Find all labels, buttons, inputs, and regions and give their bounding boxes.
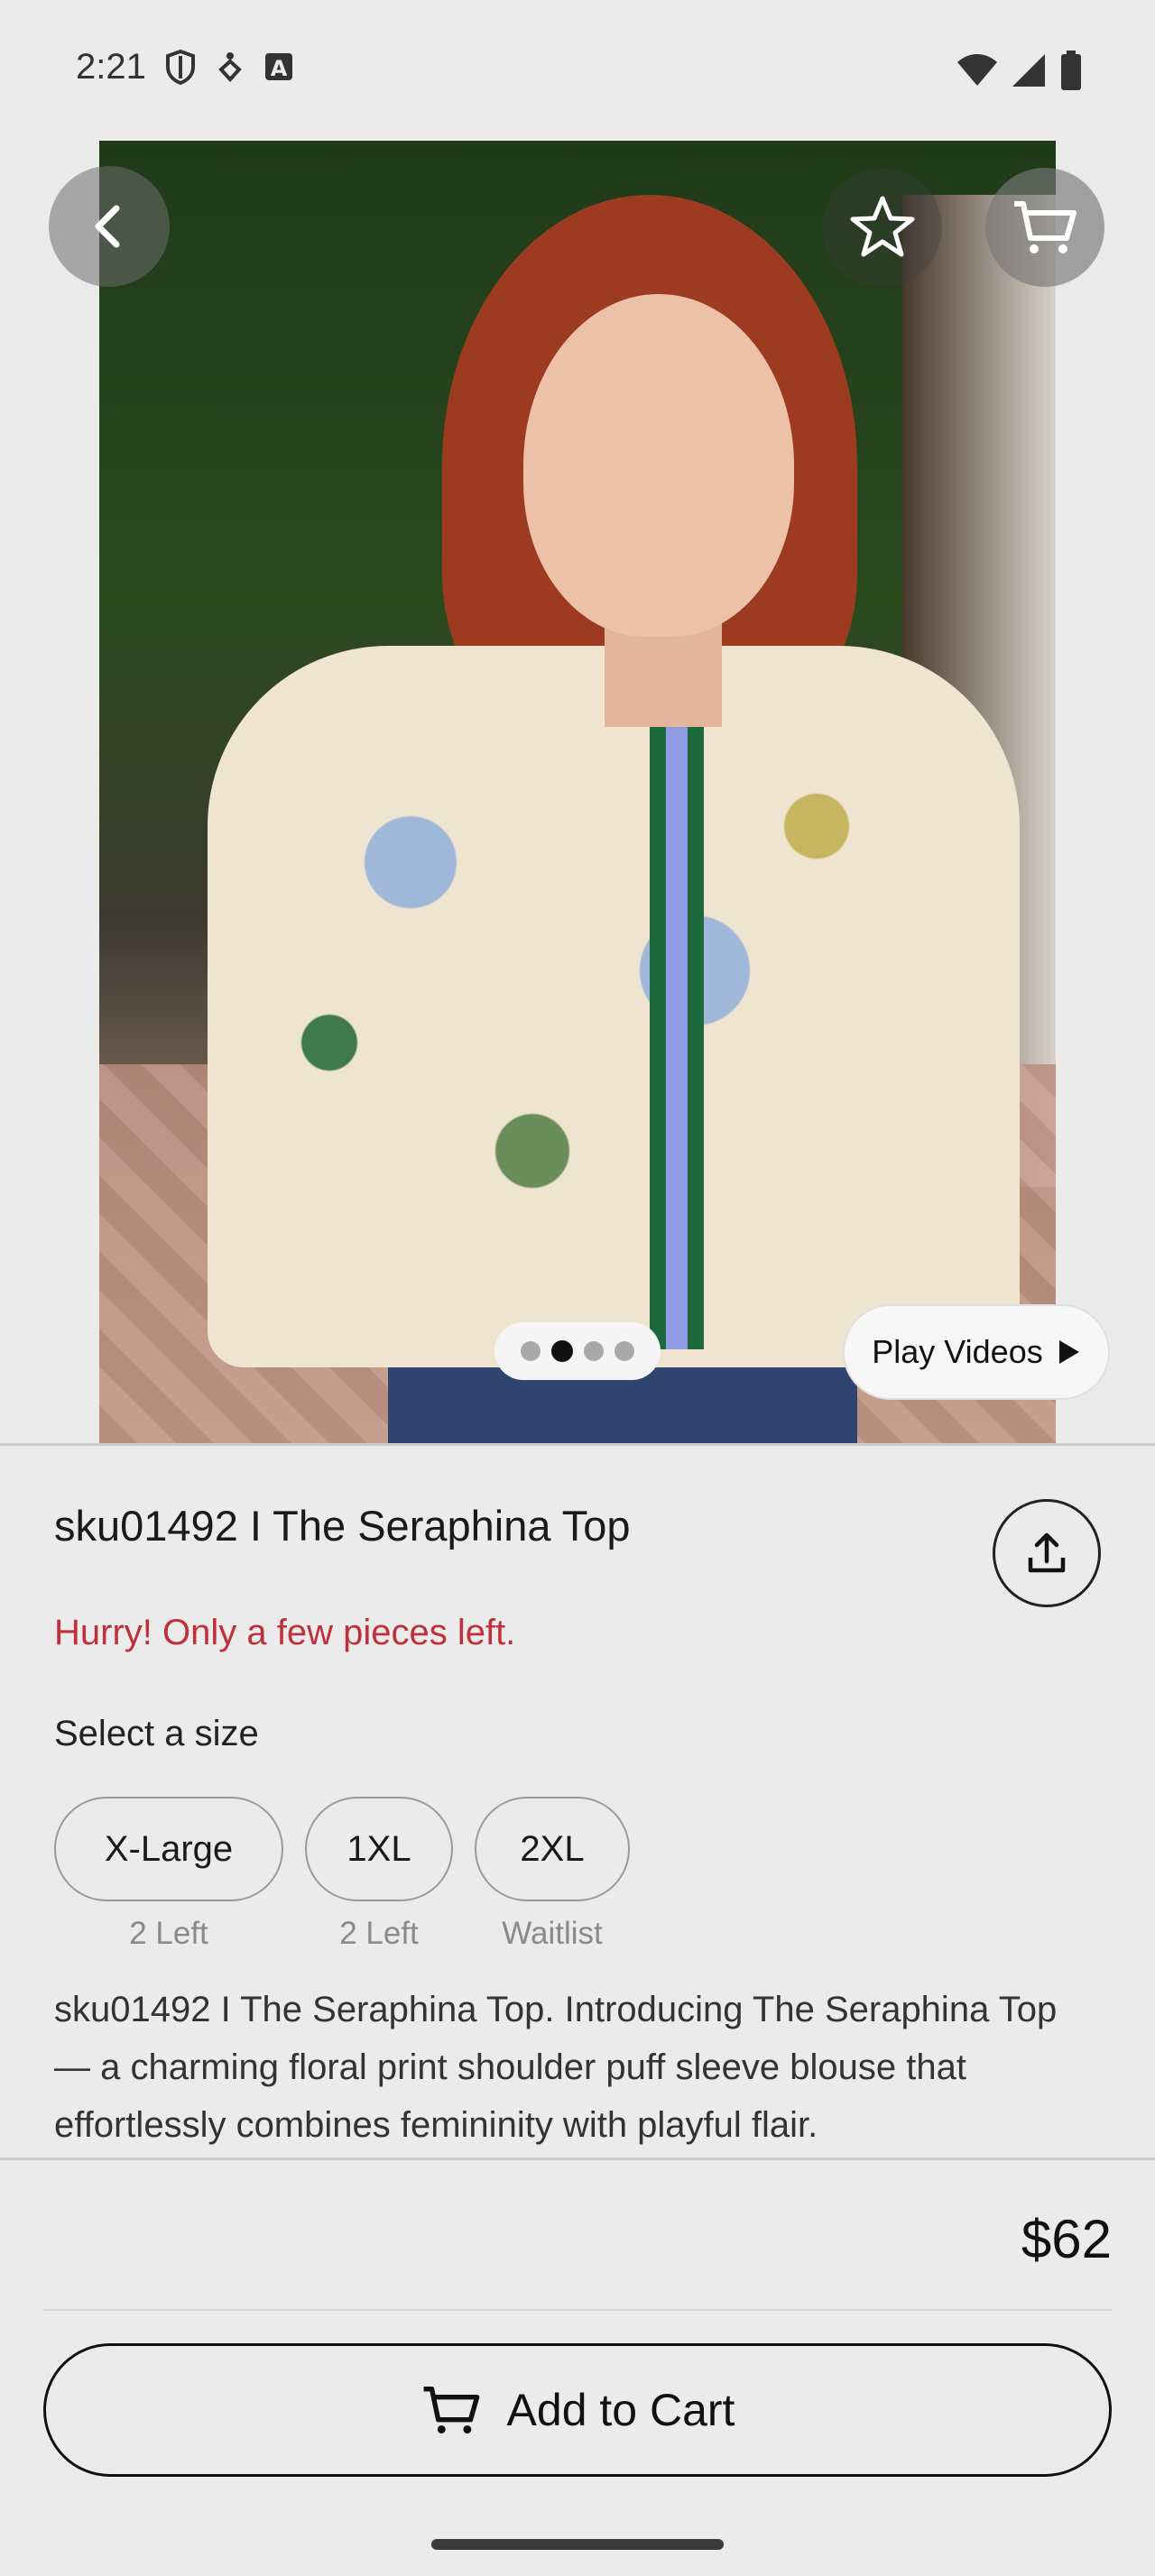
product-title: sku01492 I The Seraphina Top: [54, 1502, 631, 1550]
size-label: 1XL: [346, 1828, 411, 1869]
product-price: $62: [1021, 2209, 1112, 2269]
cell-signal-icon: [1012, 54, 1045, 87]
divider: [0, 2157, 1155, 2160]
star-icon: [850, 196, 915, 257]
gallery-dot[interactable]: [584, 1341, 604, 1361]
keyboard-a-icon: A: [265, 53, 292, 81]
select-size-label: Select a size: [54, 1714, 259, 1753]
add-to-cart-button[interactable]: Add to Cart: [43, 2343, 1112, 2477]
back-button[interactable]: [49, 166, 170, 287]
play-videos-label: Play Videos: [872, 1333, 1043, 1370]
size-availability: 2 Left: [339, 1916, 419, 1951]
chevron-left-icon: [95, 205, 120, 248]
product-gallery[interactable]: [0, 141, 1155, 1443]
accessibility-icon: [218, 52, 242, 82]
status-bar: 2:21 A: [0, 0, 1155, 141]
add-to-cart-label: Add to Cart: [506, 2385, 735, 2435]
home-indicator[interactable]: [431, 2539, 724, 2550]
cart-button[interactable]: [985, 168, 1104, 287]
share-icon: [1028, 1532, 1066, 1573]
size-label: 2XL: [520, 1828, 585, 1869]
size-option-2xl[interactable]: 2XL: [475, 1797, 630, 1901]
size-label: X-Large: [104, 1828, 234, 1869]
favorite-button[interactable]: [823, 168, 942, 287]
size-availability: 2 Left: [129, 1916, 208, 1951]
size-option-x-large[interactable]: X-Large: [54, 1797, 283, 1901]
status-icons-right: [956, 51, 1083, 90]
share-button[interactable]: [993, 1499, 1101, 1607]
status-time: 2:21: [76, 47, 146, 87]
shield-icon: [166, 49, 195, 85]
product-description: sku01492 I The Seraphina Top. Introducin…: [54, 1990, 1058, 2145]
stock-warning: Hurry! Only a few pieces left.: [54, 1613, 516, 1652]
gallery-dot-active[interactable]: [551, 1340, 573, 1362]
play-icon: [1058, 1340, 1079, 1364]
divider: [43, 2309, 1112, 2311]
product-photo[interactable]: [99, 141, 1056, 1443]
wifi-icon: [957, 54, 997, 86]
cart-icon: [423, 2387, 479, 2433]
svg-text:A: A: [271, 56, 288, 81]
status-icons-left: A: [164, 49, 294, 85]
size-option-1xl[interactable]: 1XL: [305, 1797, 453, 1901]
cart-icon: [1014, 201, 1076, 253]
play-videos-button[interactable]: Play Videos: [843, 1304, 1110, 1400]
battery-icon: [1061, 51, 1081, 90]
gallery-dot[interactable]: [614, 1341, 634, 1361]
divider: [0, 1443, 1155, 1446]
gallery-dot[interactable]: [521, 1341, 541, 1361]
gallery-pagination[interactable]: [494, 1322, 661, 1380]
size-availability: Waitlist: [502, 1916, 603, 1951]
